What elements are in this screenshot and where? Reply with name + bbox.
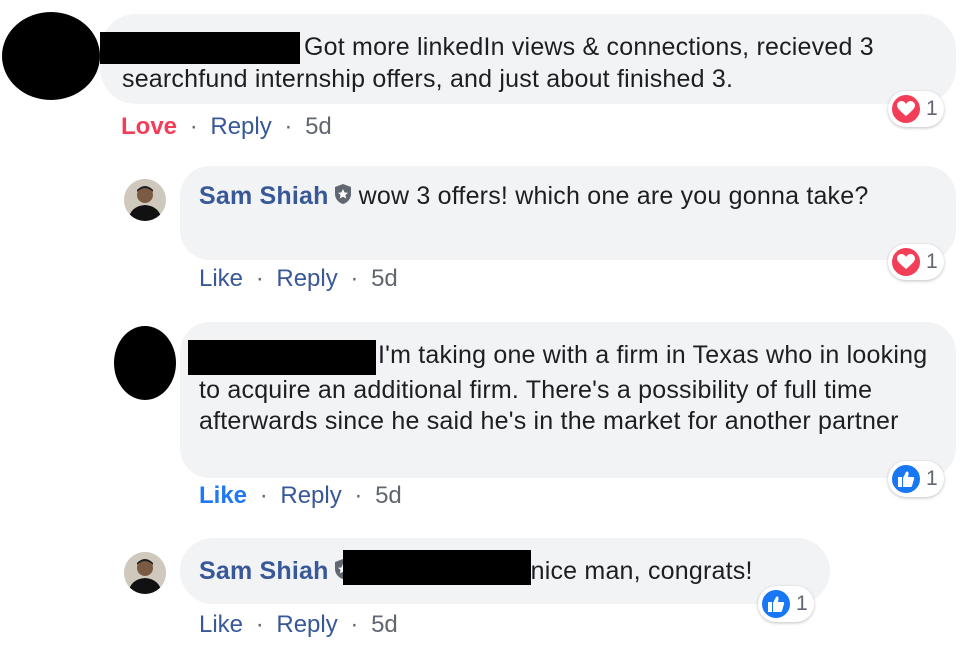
separator: · <box>255 611 264 638</box>
user-photo-icon <box>124 552 166 594</box>
comment-text: nice man, congrats! <box>530 557 753 585</box>
timestamp[interactable]: 5d <box>371 265 398 292</box>
like-link[interactable]: Like <box>199 482 247 509</box>
love-icon <box>890 246 922 278</box>
reaction-count: 1 <box>926 97 938 120</box>
reply-link[interactable]: Reply <box>280 482 341 509</box>
comment-bubble: Sam Shiah nice man, congrats! <box>180 538 830 604</box>
reaction-count: 1 <box>796 592 808 615</box>
reaction-count: 1 <box>926 250 938 273</box>
reaction-summary[interactable]: 1 <box>758 586 814 622</box>
comment-actions: Love · Reply · 5d <box>121 113 338 141</box>
reply-link[interactable]: Reply <box>276 611 337 638</box>
reaction-count: 1 <box>926 467 938 490</box>
separator: · <box>354 482 363 509</box>
comment-text: wow 3 offers! which one are you gonna ta… <box>358 182 869 210</box>
comment-actions: Like · Reply · 5d <box>199 482 408 510</box>
timestamp[interactable]: 5d <box>305 113 332 140</box>
like-icon <box>890 463 922 495</box>
separator: · <box>350 265 359 292</box>
user-photo-icon <box>124 179 166 221</box>
avatar[interactable] <box>2 12 100 100</box>
like-icon <box>760 588 792 620</box>
redacted-author-name <box>100 32 300 64</box>
reaction-summary[interactable]: 1 <box>888 244 944 280</box>
reaction-summary[interactable]: 1 <box>888 91 944 127</box>
separator: · <box>259 482 268 509</box>
author-name[interactable]: Sam Shiah <box>199 557 329 585</box>
like-link[interactable]: Like <box>199 265 243 292</box>
reaction-summary[interactable]: 1 <box>888 461 944 497</box>
comment-bubble: I'm taking one with a firm in Texas who … <box>180 322 956 478</box>
avatar[interactable] <box>114 326 176 400</box>
admin-badge-icon <box>333 182 353 213</box>
love-reaction-link[interactable]: Love <box>121 113 177 140</box>
avatar[interactable] <box>124 179 166 221</box>
timestamp[interactable]: 5d <box>371 611 398 638</box>
separator: · <box>350 611 359 638</box>
comment-actions: Like · Reply · 5d <box>199 265 404 293</box>
separator: · <box>189 113 198 140</box>
separator: · <box>255 265 264 292</box>
avatar[interactable] <box>124 552 166 594</box>
comment-bubble: Got more linkedIn views & connections, r… <box>100 14 956 104</box>
love-icon <box>890 93 922 125</box>
comment-actions: Like · Reply · 5d <box>199 611 404 639</box>
like-link[interactable]: Like <box>199 611 243 638</box>
reply-link[interactable]: Reply <box>276 265 337 292</box>
comment-bubble: Sam Shiah wow 3 offers! which one are yo… <box>180 166 956 260</box>
redacted-author-name <box>188 340 376 375</box>
separator: · <box>284 113 293 140</box>
timestamp[interactable]: 5d <box>375 482 402 509</box>
author-name[interactable]: Sam Shiah <box>199 182 329 210</box>
redacted-text <box>342 550 531 585</box>
reply-link[interactable]: Reply <box>210 113 271 140</box>
